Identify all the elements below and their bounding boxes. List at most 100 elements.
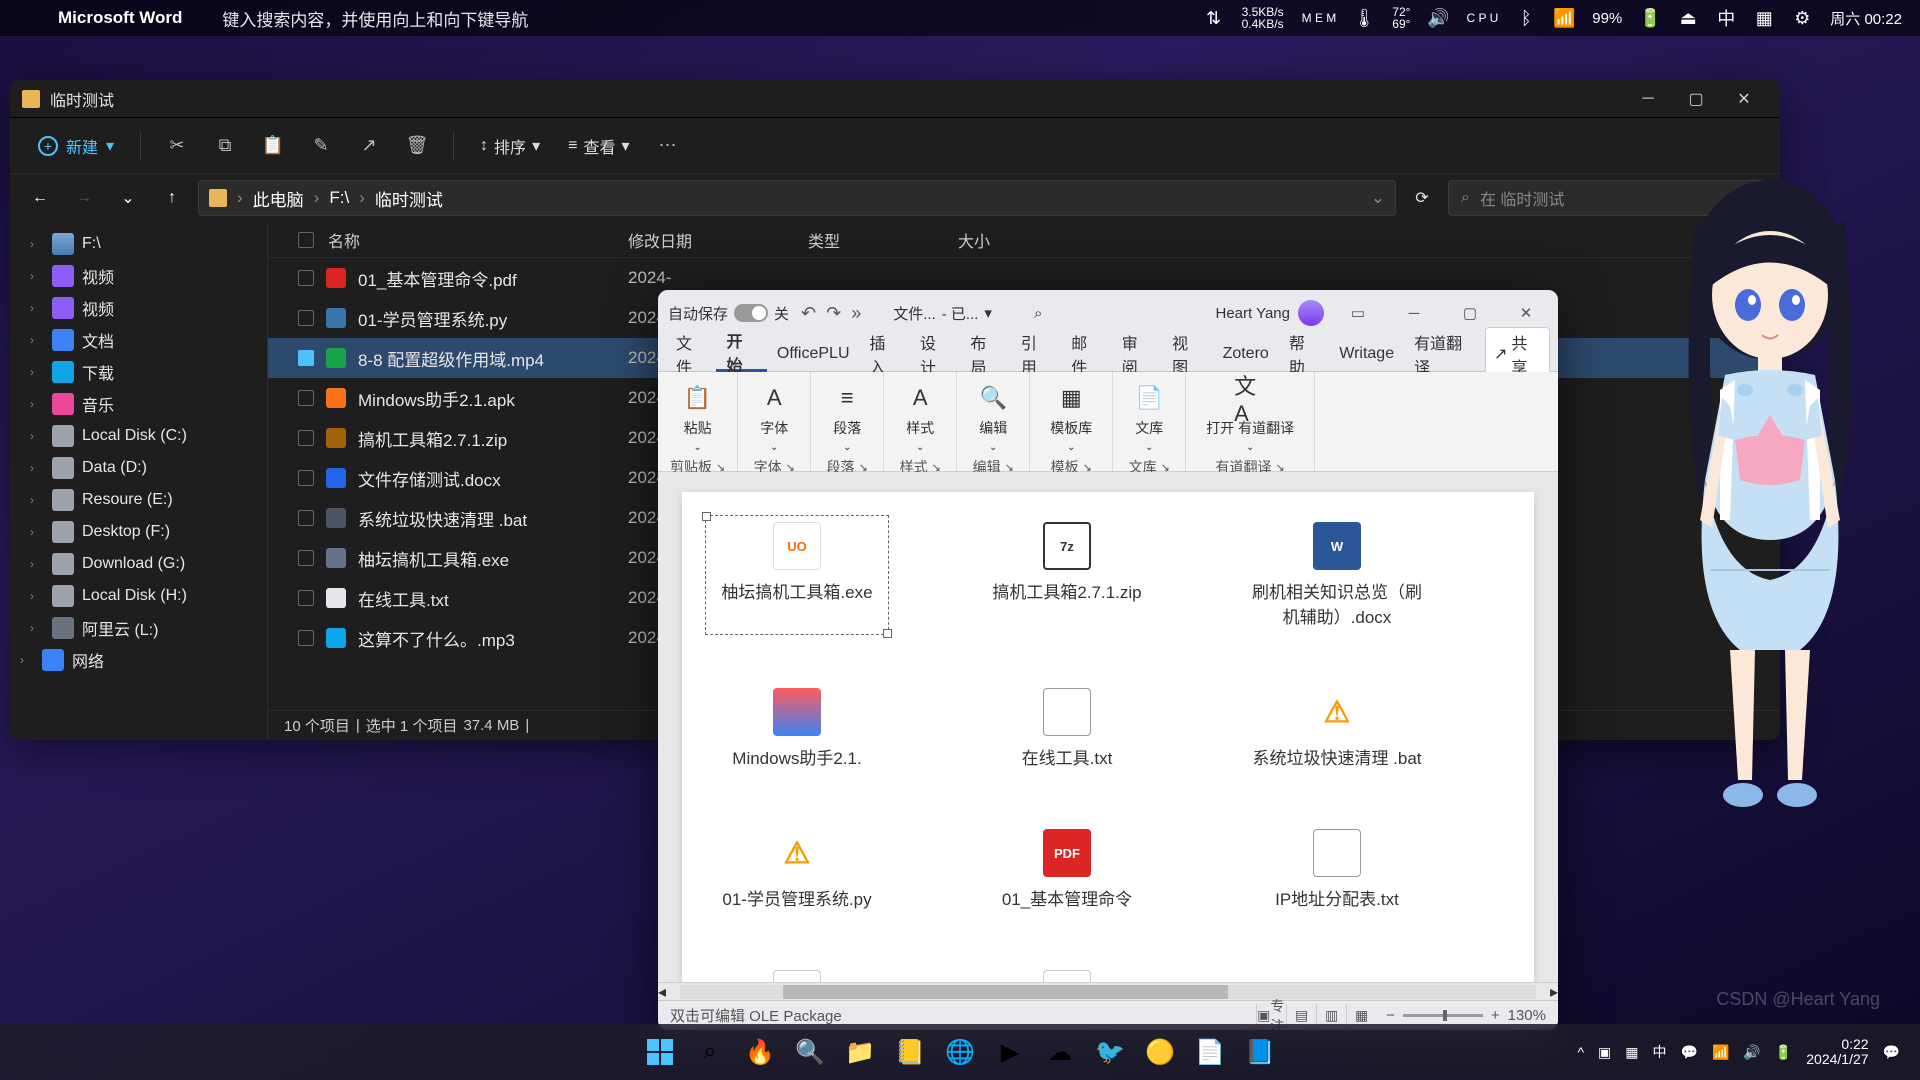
forward-button[interactable]: → [66, 180, 102, 216]
row-checkbox[interactable] [298, 350, 314, 366]
taskbar-clock[interactable]: 0:222024/1/27 [1806, 1037, 1868, 1068]
wifi-icon[interactable]: 📶 [1554, 8, 1574, 28]
new-button[interactable]: + 新建▾ [28, 128, 124, 164]
ribbon-tab[interactable]: OfficePLU [767, 336, 860, 372]
row-checkbox[interactable] [298, 550, 314, 566]
ribbon-tab[interactable]: 引用 [1011, 336, 1061, 372]
bluetooth-icon[interactable]: ᛒ [1516, 8, 1536, 28]
rename-button[interactable]: ✎ [301, 126, 341, 166]
zoom-control[interactable]: − + 130% [1386, 1007, 1546, 1024]
search-input[interactable]: ⌕ 在 临时测试 [1448, 180, 1768, 216]
ribbon-button[interactable]: 文A打开 有道翻译⌄ [1198, 378, 1302, 457]
embedded-object[interactable]: W刷机相关知识总览（刷机辅助）.docx [1252, 522, 1422, 628]
sidebar-item[interactable]: ›视频 [10, 292, 267, 324]
row-checkbox[interactable] [298, 310, 314, 326]
ribbon-mode-button[interactable]: ▭ [1336, 290, 1380, 336]
file-explorer-button[interactable]: 📁 [838, 1030, 882, 1074]
ribbon-tab[interactable]: 视图 [1162, 336, 1212, 372]
tray-overflow-icon[interactable]: ^ [1577, 1044, 1584, 1060]
ribbon-tab[interactable]: 帮助 [1279, 336, 1329, 372]
taskbar-app-1[interactable]: 🔥 [738, 1030, 782, 1074]
horizontal-scrollbar[interactable]: ◂▸ [658, 982, 1558, 1000]
sidebar-item[interactable]: ›Resoure (E:) [10, 484, 267, 516]
embedded-object[interactable]: PDF01_基本管理命令 [982, 829, 1152, 910]
delete-button[interactable]: 🗑 [397, 126, 437, 166]
ribbon-button[interactable]: ▦模板库⌄ [1042, 378, 1100, 457]
volume-tray-icon[interactable]: 🔊 [1743, 1044, 1760, 1061]
sidebar-item[interactable]: ›Desktop (F:) [10, 516, 267, 548]
zoom-percent[interactable]: 130% [1508, 1007, 1546, 1024]
document-area[interactable]: UO柚坛搞机工具箱.exe7z搞机工具箱2.7.1.zipW刷机相关知识总览（刷… [658, 472, 1558, 982]
search-button[interactable]: ⌕ [688, 1030, 732, 1074]
minimize-button[interactable]: ─ [1624, 80, 1672, 118]
battery-icon[interactable]: 🔋 [1640, 8, 1660, 28]
word-taskbar-button[interactable]: 📘 [1238, 1030, 1282, 1074]
sidebar-item[interactable]: ›阿里云 (L:) [10, 612, 267, 644]
tray-app-icon[interactable]: ▦ [1754, 8, 1774, 28]
maximize-button[interactable]: ▢ [1672, 80, 1720, 118]
ime-indicator[interactable]: 中 [1653, 1042, 1667, 1062]
sticky-notes-button[interactable]: 📒 [888, 1030, 932, 1074]
copy-button[interactable]: ⧉ [205, 126, 245, 166]
ribbon-tab[interactable]: 布局 [960, 336, 1010, 372]
embedded-object[interactable]: 在线工具.txt [982, 688, 1152, 769]
zoom-slider[interactable] [1403, 1014, 1483, 1017]
control-center-icon[interactable]: ⚙ [1792, 8, 1812, 28]
tray-widgets-icon[interactable]: ▦ [1625, 1044, 1638, 1061]
embedded-object[interactable]: ▶8-8 配置超级作用域.mp4 [982, 970, 1152, 982]
ribbon-tab[interactable]: 设计 [910, 336, 960, 372]
embedded-object[interactable]: 系统垃圾快速清理 .bat [1252, 688, 1422, 769]
ribbon-button[interactable]: A字体⌄ [750, 378, 798, 457]
row-checkbox[interactable] [298, 430, 314, 446]
sidebar-item[interactable]: ›Download (G:) [10, 548, 267, 580]
tray-app-icon[interactable]: ▣ [1598, 1044, 1611, 1061]
ribbon-button[interactable]: 📋粘贴⌄ [674, 378, 722, 457]
zoom-out-button[interactable]: − [1386, 1007, 1395, 1024]
qat-more-button[interactable]: » [851, 303, 861, 324]
volume-icon[interactable]: 🔊 [1428, 8, 1448, 28]
ribbon-button[interactable]: 📄文库⌄ [1125, 378, 1173, 457]
ribbon-button[interactable]: ≡段落⌄ [823, 378, 871, 457]
embedded-object[interactable]: IP地址分配表.txt [1252, 829, 1422, 910]
sidebar-item[interactable]: ›视频 [10, 260, 267, 292]
sidebar-item[interactable]: ›F:\ [10, 228, 267, 260]
ribbon-tab[interactable]: 开始 [716, 336, 766, 372]
ribbon-tab[interactable]: 审阅 [1112, 336, 1162, 372]
ribbon-tab[interactable]: 有道翻译 [1404, 336, 1485, 372]
wifi-tray-icon[interactable]: 📶 [1712, 1044, 1729, 1061]
zoom-in-button[interactable]: + [1491, 1007, 1500, 1024]
view-button[interactable]: ≡ 查看 ▾ [558, 128, 639, 164]
cut-button[interactable]: ✂ [157, 126, 197, 166]
ribbon-button[interactable]: A样式⌄ [896, 378, 944, 457]
clock[interactable]: 周六 00:22 [1830, 8, 1902, 29]
taskbar-app-4[interactable]: ☁ [1038, 1030, 1082, 1074]
row-checkbox[interactable] [298, 630, 314, 646]
taskbar-app-6[interactable]: 🟡 [1138, 1030, 1182, 1074]
redo-button[interactable]: ↷ [826, 303, 841, 324]
ribbon-button[interactable]: 🔍编辑⌄ [969, 378, 1017, 457]
start-button[interactable] [638, 1030, 682, 1074]
recent-button[interactable]: ⌄ [110, 180, 146, 216]
eject-icon[interactable]: ⏏ [1678, 8, 1698, 28]
paste-button[interactable]: 📋 [253, 126, 293, 166]
sidebar-item[interactable]: ›音乐 [10, 388, 267, 420]
column-headers[interactable]: 名称 修改日期 类型 大小 [268, 222, 1780, 258]
select-all-checkbox[interactable] [298, 232, 314, 248]
ribbon-tab[interactable]: 文件 [666, 336, 716, 372]
wechat-tray-icon[interactable]: 💬 [1681, 1044, 1698, 1061]
edge-button[interactable]: 🌐 [938, 1030, 982, 1074]
more-button[interactable]: ⋯ [647, 126, 687, 166]
row-checkbox[interactable] [298, 390, 314, 406]
autosave-toggle[interactable]: 自动保存 关 [668, 303, 789, 324]
embedded-object[interactable]: UO柚坛搞机工具箱.exe [712, 522, 882, 628]
back-button[interactable]: ← [22, 180, 58, 216]
ribbon-tab[interactable]: 邮件 [1061, 336, 1111, 372]
up-button[interactable]: ↑ [154, 180, 190, 216]
sort-button[interactable]: ↕ 排序 ▾ [470, 128, 550, 164]
user-account[interactable]: Heart Yang [1216, 300, 1325, 326]
embedded-object[interactable]: ♪这算不了什么。.mp3 [712, 970, 882, 982]
ribbon-tab[interactable]: Writage [1329, 336, 1404, 372]
sidebar-item[interactable]: ›Data (D:) [10, 452, 267, 484]
address-bar[interactable]: ›此电脑 ›F:\ ›临时测试 ⌄ [198, 180, 1396, 216]
app-name[interactable]: Microsoft Word [58, 8, 182, 28]
